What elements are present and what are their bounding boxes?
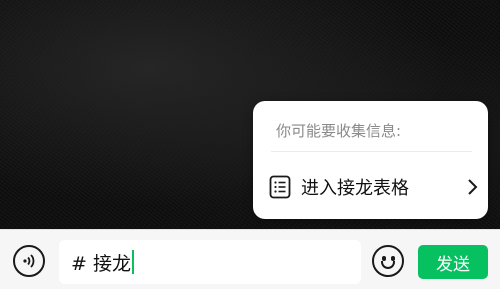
voice-icon	[23, 254, 35, 268]
chat-screen: 你可能要收集信息: 进入接龙表格 # 接龙 发送	[0, 0, 500, 289]
chevron-right-icon	[468, 179, 478, 195]
message-input-value: # 接龙	[71, 252, 131, 275]
voice-input-button[interactable]	[13, 245, 45, 277]
text-caret	[131, 250, 134, 274]
popup-hint-text: 你可能要收集信息:	[276, 122, 402, 140]
send-button[interactable]: 发送	[418, 245, 488, 279]
input-bar: # 接龙 发送	[0, 229, 500, 289]
emoji-icon-mouth	[381, 261, 395, 269]
emoji-button[interactable]	[372, 245, 404, 277]
suggestion-popup: 你可能要收集信息: 进入接龙表格	[253, 101, 488, 219]
open-solitaire-sheet-label: 进入接龙表格	[301, 178, 409, 199]
popup-divider	[271, 151, 472, 152]
message-input[interactable]: # 接龙	[59, 240, 361, 284]
list-icon	[269, 175, 291, 199]
open-solitaire-sheet-button[interactable]: 进入接龙表格	[269, 167, 478, 207]
